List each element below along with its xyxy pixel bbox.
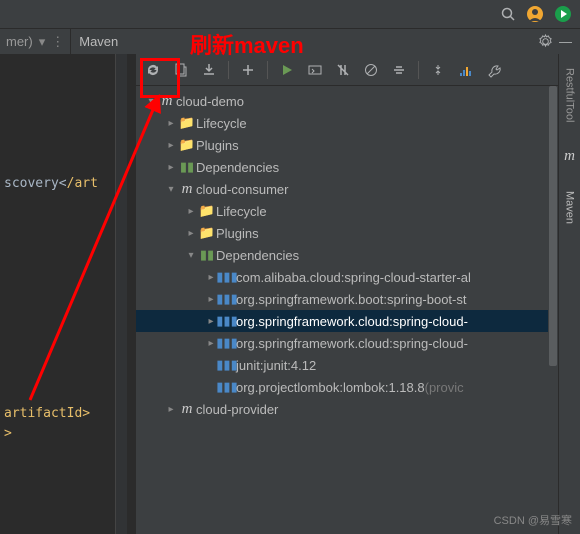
tree-node-consumer[interactable]: ▾mcloud-consumer bbox=[136, 178, 558, 200]
watermark: CSDN @易雪寒 bbox=[494, 512, 572, 528]
tree-node-dep-selected[interactable]: ▸▮▮▮org.springframework.cloud:spring-clo… bbox=[136, 310, 558, 332]
skip-tests-button[interactable] bbox=[360, 59, 382, 81]
show-diagram-button[interactable] bbox=[455, 59, 477, 81]
node-label: Dependencies bbox=[216, 248, 299, 263]
node-label: cloud-consumer bbox=[196, 182, 289, 197]
tree-node-dep[interactable]: ▸▮▮▮org.springframework.cloud:spring-clo… bbox=[136, 332, 558, 354]
sidebar-tab-maven[interactable]: Maven bbox=[564, 185, 576, 230]
tree-node-lifecycle[interactable]: ▸📁Lifecycle bbox=[136, 112, 558, 134]
generate-sources-button[interactable] bbox=[170, 59, 192, 81]
scrollbar-track[interactable] bbox=[548, 86, 558, 534]
reload-button[interactable] bbox=[142, 59, 164, 81]
code-text: scovery< bbox=[4, 176, 67, 191]
node-label: Lifecycle bbox=[196, 116, 247, 131]
execute-goal-button[interactable] bbox=[304, 59, 326, 81]
node-label: Plugins bbox=[196, 138, 239, 153]
node-label: cloud-provider bbox=[196, 402, 278, 417]
scrollbar-thumb[interactable] bbox=[549, 86, 557, 366]
node-label: junit:junit:4.12 bbox=[236, 358, 316, 373]
download-button[interactable] bbox=[198, 59, 220, 81]
editor-tab-label: mer) bbox=[6, 34, 33, 49]
chevron-down-icon[interactable]: ▾ bbox=[39, 34, 46, 50]
tree-node-dependencies[interactable]: ▸▮▮Dependencies bbox=[136, 156, 558, 178]
maven-m-icon: m bbox=[564, 148, 575, 165]
node-label: org.springframework.boot:spring-boot-st bbox=[236, 292, 467, 307]
tree-node-root[interactable]: ▾mcloud-demo bbox=[136, 90, 558, 112]
node-label: Plugins bbox=[216, 226, 259, 241]
sidebar-tab-restful[interactable]: RestfulTool bbox=[564, 62, 576, 128]
maven-tree[interactable]: ▾mcloud-demo ▸📁Lifecycle ▸📁Plugins ▸▮▮De… bbox=[136, 86, 558, 534]
ide-logo-icon bbox=[554, 5, 572, 23]
search-icon[interactable] bbox=[500, 6, 516, 22]
avatar-icon[interactable] bbox=[526, 5, 544, 23]
tree-node-provider[interactable]: ▸mcloud-provider bbox=[136, 398, 558, 420]
maven-title: Maven bbox=[79, 34, 118, 49]
editor-tab[interactable]: mer) ▾ ⋮ bbox=[0, 29, 71, 54]
tree-node-dep[interactable]: ▸▮▮▮org.springframework.boot:spring-boot… bbox=[136, 288, 558, 310]
node-label: cloud-demo bbox=[176, 94, 244, 109]
node-label: com.alibaba.cloud:spring-cloud-starter-a… bbox=[236, 270, 471, 285]
collapse-all-button[interactable] bbox=[427, 59, 449, 81]
right-sidebar: RestfulTool m Maven bbox=[558, 54, 580, 534]
maven-toolbar bbox=[136, 54, 558, 86]
tree-node-dep[interactable]: ▸▮▮▮com.alibaba.cloud:spring-cloud-start… bbox=[136, 266, 558, 288]
node-label: Lifecycle bbox=[216, 204, 267, 219]
run-button[interactable] bbox=[276, 59, 298, 81]
tree-node-plugins[interactable]: ▸📁Plugins bbox=[136, 134, 558, 156]
settings-button[interactable] bbox=[483, 59, 505, 81]
minimize-icon[interactable]: — bbox=[559, 34, 572, 49]
toggle-offline-button[interactable] bbox=[332, 59, 354, 81]
show-dependencies-button[interactable] bbox=[388, 59, 410, 81]
node-label: org.springframework.cloud:spring-cloud- bbox=[236, 314, 468, 329]
tree-node-consumer-plugins[interactable]: ▸📁Plugins bbox=[136, 222, 558, 244]
code-tag: /art bbox=[67, 176, 98, 191]
gear-icon[interactable] bbox=[538, 34, 553, 49]
tree-node-consumer-deps[interactable]: ▾▮▮Dependencies bbox=[136, 244, 558, 266]
node-label: org.projectlombok:lombok:1.18.8 bbox=[236, 380, 425, 395]
node-label: org.springframework.cloud:spring-cloud- bbox=[236, 336, 468, 351]
node-label: Dependencies bbox=[196, 160, 279, 175]
maven-panel-header: Maven — bbox=[71, 29, 580, 54]
editor-area[interactable]: scovery</art artifactId> > bbox=[0, 54, 135, 534]
kebab-icon[interactable]: ⋮ bbox=[51, 34, 64, 50]
add-button[interactable] bbox=[237, 59, 259, 81]
editor-gutter bbox=[115, 54, 127, 534]
tree-node-consumer-lifecycle[interactable]: ▸📁Lifecycle bbox=[136, 200, 558, 222]
tree-node-dep[interactable]: ▮▮▮junit:junit:4.12 bbox=[136, 354, 558, 376]
maven-panel: ▾mcloud-demo ▸📁Lifecycle ▸📁Plugins ▸▮▮De… bbox=[135, 54, 558, 534]
tree-node-dep[interactable]: ▮▮▮org.projectlombok:lombok:1.18.8 (prov… bbox=[136, 376, 558, 398]
node-label-scope: (provic bbox=[425, 380, 464, 395]
